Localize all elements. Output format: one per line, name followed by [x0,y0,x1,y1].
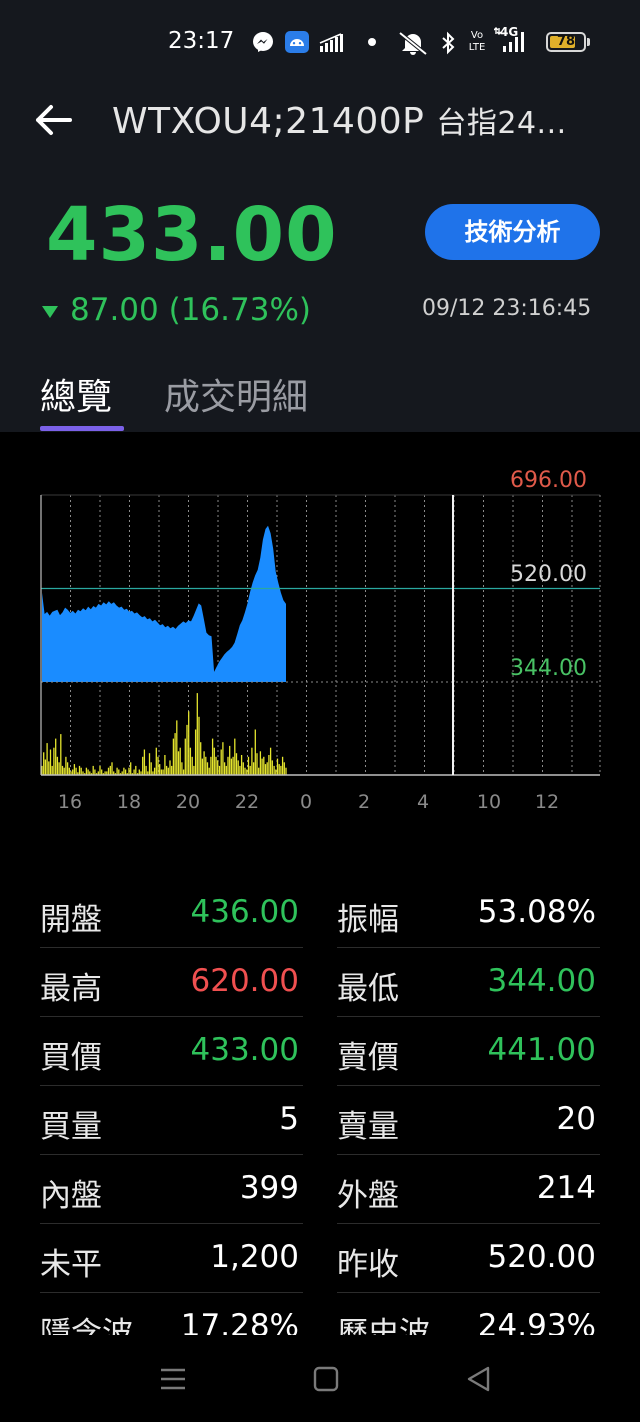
stat-label: 買價 [40,1040,102,1076]
back-triangle-icon[interactable] [464,1364,492,1394]
stat-cell: 內盤 399 [40,1156,303,1224]
stat-cell: 買量 5 [40,1087,303,1155]
stat-cell: 未平 1,200 [40,1225,303,1293]
battery-icon: 78 [546,32,586,52]
back-button[interactable] [32,100,76,140]
tab-overview[interactable]: 總覽 [40,368,112,420]
status-time: 23:17 [168,28,235,54]
page-title-code: WTXOU4;21400P [112,101,425,142]
stat-label: 內盤 [40,1178,102,1214]
stat-value: 20 [556,1101,596,1137]
stat-label: 未平 [40,1247,102,1283]
stat-cell: 最低 344.00 [337,949,600,1017]
x-tick-label: 2 [358,791,370,813]
signal-bars-icon [319,33,343,52]
stat-cell: 振幅 53.08% [337,880,600,948]
x-tick-label: 18 [117,791,141,813]
tab-trade-details[interactable]: 成交明細 [164,368,308,420]
messenger-icon [253,32,273,52]
stat-value: 520.00 [487,1239,596,1275]
x-tick-label: 16 [58,791,82,813]
stat-cell: 隱含波 17.28% [40,1294,303,1335]
stat-label: 隱含波 [40,1316,133,1335]
quote-timestamp: 09/12 23:16:45 [422,296,592,321]
stat-value: 1,200 [210,1239,299,1275]
bluetooth-icon [442,31,455,55]
stat-value: 344.00 [487,963,596,999]
price-area [42,525,286,682]
stat-value: 441.00 [487,1032,596,1068]
stat-label: 最高 [40,971,102,1007]
stat-row: 未平 1,200 昨收 520.00 [40,1225,600,1294]
stat-cell: 賣價 441.00 [337,1018,600,1086]
x-tick-label: 10 [477,791,501,813]
stat-cell: 賣量 20 [337,1087,600,1155]
x-tick-label: 20 [176,791,200,813]
stat-label: 賣量 [337,1109,399,1145]
stat-cell: 開盤 436.00 [40,880,303,948]
page-title-suffix: 台指24... [436,106,567,141]
android-icon [285,31,309,53]
stat-cell: 買價 433.00 [40,1018,303,1086]
x-tick-label: 22 [235,791,259,813]
stat-row: 內盤 399 外盤 214 [40,1156,600,1225]
stat-label: 買量 [40,1109,102,1145]
stat-value: 399 [239,1170,299,1206]
stat-value: 24.93% [477,1308,596,1335]
stat-label: 最低 [337,971,399,1007]
x-tick-label: 0 [300,791,312,813]
home-square-icon[interactable] [312,1365,340,1393]
stat-label: 昨收 [337,1247,399,1283]
chart-ref-label: 520.00 [510,562,587,587]
back-arrow-icon [36,105,72,135]
price-change-text: 87.00 (16.73%) [70,292,311,328]
stat-row: 開盤 436.00 振幅 53.08% [40,880,600,949]
stat-cell: 外盤 214 [337,1156,600,1224]
page-title: WTXOU4;21400P 台指24... [112,98,567,142]
stat-cell: 歷史波 24.93% [337,1294,600,1335]
stat-value: 17.28% [180,1308,299,1335]
stat-row: 隱含波 17.28% 歷史波 24.93% [40,1294,600,1335]
stat-value: 620.00 [190,963,299,999]
tab-active-indicator [40,426,124,431]
stat-value: 53.08% [477,894,596,930]
down-triangle-icon [42,306,58,318]
stat-label: 振幅 [337,902,399,938]
cellular-4g-icon: 4G [494,26,530,56]
stat-row: 最高 620.00 最低 344.00 [40,949,600,1018]
x-tick-label: 12 [535,791,559,813]
chart-high-label: 696.00 [510,468,587,493]
price-change: 87.00 (16.73%) [42,290,311,330]
stat-label: 開盤 [40,902,102,938]
stat-value: 214 [536,1170,596,1206]
chart-low-label: 344.00 [510,656,587,681]
x-tick-label: 4 [417,791,429,813]
stat-cell: 昨收 520.00 [337,1225,600,1293]
stat-label: 外盤 [337,1178,399,1214]
menu-lines-icon[interactable] [158,1364,188,1394]
stat-label: 歷史波 [337,1316,430,1335]
stat-row: 買量 5 賣量 20 [40,1087,600,1156]
volte-icon: Vo LTE [468,30,486,53]
mute-icon [398,31,428,55]
stat-label: 賣價 [337,1040,399,1076]
last-price: 433.00 [46,192,338,278]
status-bar: 23:17 Vo LTE 4G 78 [0,0,640,86]
stat-row: 買價 433.00 賣價 441.00 [40,1018,600,1087]
stat-value: 433.00 [190,1032,299,1068]
stat-cell: 最高 620.00 [40,949,303,1017]
technical-analysis-button[interactable]: 技術分析 [425,204,600,260]
stat-value: 436.00 [190,894,299,930]
stats-table: 開盤 436.00 振幅 53.08% 最高 620.00 最低 344.00 買價 433.00… [40,880,600,1335]
navigation-bar [0,1338,640,1422]
stat-value: 5 [279,1101,299,1137]
dot-icon [368,38,376,46]
battery-tip [587,38,590,46]
